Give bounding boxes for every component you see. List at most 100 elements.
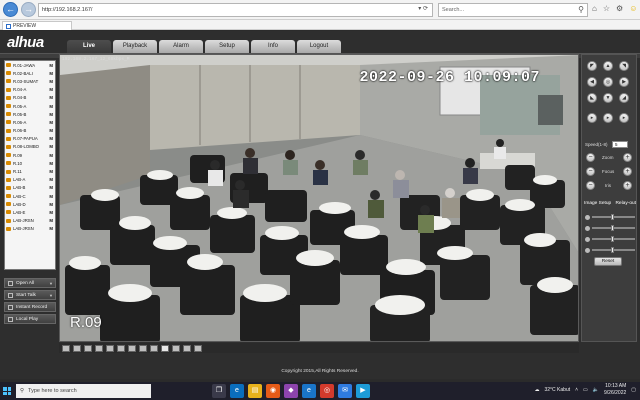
- volume-icon[interactable]: 🔈: [593, 387, 599, 393]
- ptz-preset-button[interactable]: ▸: [603, 113, 613, 123]
- address-bar[interactable]: http://192.168.2.167/ ▾ ⟳: [38, 3, 433, 17]
- zoom-out-button[interactable]: −: [586, 153, 595, 162]
- zoom-button[interactable]: [106, 344, 114, 352]
- reset-button[interactable]: Reset: [594, 257, 622, 266]
- device-stream-flag[interactable]: M: [49, 153, 55, 158]
- ptz-up-button[interactable]: ▲: [603, 61, 613, 71]
- device-list-item[interactable]: R.03-SUMAT M: [5, 77, 55, 85]
- image-setup-tab[interactable]: Image Setup: [584, 201, 611, 206]
- device-stream-flag[interactable]: M: [49, 218, 55, 223]
- device-list-item[interactable]: R.04-A M: [5, 86, 55, 94]
- ptz-up-right-button[interactable]: ◥: [619, 61, 629, 71]
- device-stream-flag[interactable]: M: [49, 202, 55, 207]
- snapshot-button[interactable]: [117, 344, 125, 352]
- tray-chevron-icon[interactable]: ˄: [575, 387, 578, 393]
- device-list-item[interactable]: LAB-JRSN M: [5, 225, 55, 233]
- ptz-down-button[interactable]: ▼: [603, 93, 613, 103]
- device-stream-flag[interactable]: M: [49, 63, 55, 68]
- record-button[interactable]: [128, 344, 136, 352]
- ptz-tour-button[interactable]: ▸: [619, 113, 629, 123]
- start-button[interactable]: [0, 382, 14, 400]
- tab-setup[interactable]: Setup: [205, 40, 249, 53]
- fullscreen-button[interactable]: [95, 344, 103, 352]
- internet-explorer-icon[interactable]: e: [302, 384, 316, 398]
- favorites-icon[interactable]: ☆: [603, 4, 610, 13]
- device-stream-flag[interactable]: M: [49, 161, 55, 166]
- file-explorer-icon[interactable]: ▤: [248, 384, 262, 398]
- ptz-right-button[interactable]: ▶: [619, 77, 629, 87]
- chrome-icon[interactable]: ◎: [320, 384, 334, 398]
- edge-icon[interactable]: e: [230, 384, 244, 398]
- device-list-item[interactable]: R.02-BALI M: [5, 69, 55, 77]
- hue-slider[interactable]: [585, 247, 635, 253]
- device-stream-flag[interactable]: M: [49, 177, 55, 182]
- ptz-center-button[interactable]: ◎: [603, 77, 613, 87]
- tab-playback[interactable]: Playback: [113, 40, 157, 53]
- notifications-icon[interactable]: ▢: [631, 387, 636, 393]
- device-list-item[interactable]: LAB-B M: [5, 184, 55, 192]
- live-video-view[interactable]: 192.168.2.167_12_68kbps_M 2022-09-26 10:…: [59, 54, 579, 342]
- stream-sub-button[interactable]: [161, 344, 169, 352]
- device-list-item[interactable]: LAB-JRSN M: [5, 217, 55, 225]
- brightness-slider[interactable]: [585, 214, 635, 220]
- app-purple-icon[interactable]: ◆: [284, 384, 298, 398]
- tab-live[interactable]: Live: [67, 40, 111, 53]
- layout-9-button[interactable]: [84, 344, 92, 352]
- device-list-item[interactable]: R.09 M: [5, 151, 55, 159]
- device-stream-flag[interactable]: M: [49, 169, 55, 174]
- network-icon[interactable]: ▭: [583, 387, 588, 393]
- weather-text[interactable]: 32°C Kabut: [544, 387, 570, 393]
- search-icon[interactable]: ⚲: [578, 5, 584, 14]
- tab-alarm[interactable]: Alarm: [159, 40, 203, 53]
- device-list-item[interactable]: R.04-B M: [5, 94, 55, 102]
- ratio-button[interactable]: [172, 344, 180, 352]
- settings-icon[interactable]: ⚙: [616, 4, 623, 13]
- browser-search-input[interactable]: Search... ⚲: [438, 3, 588, 17]
- address-controls[interactable]: ▾ ⟳: [418, 5, 428, 12]
- speed-select[interactable]: 5: [612, 141, 628, 148]
- fluency-button[interactable]: [194, 344, 202, 352]
- device-stream-flag[interactable]: M: [49, 128, 55, 133]
- device-list-item[interactable]: LAB-C M: [5, 192, 55, 200]
- saturation-slider[interactable]: [585, 236, 635, 242]
- device-stream-flag[interactable]: M: [49, 136, 55, 141]
- tab-logout[interactable]: Logout: [297, 40, 341, 53]
- device-list-item[interactable]: LAB-A M: [5, 176, 55, 184]
- audio-button[interactable]: [139, 344, 147, 352]
- iris-close-button[interactable]: −: [586, 181, 595, 190]
- device-list-item[interactable]: R.07-PAPUA M: [5, 135, 55, 143]
- device-list-item[interactable]: LAB-D M: [5, 200, 55, 208]
- zoom-app-icon[interactable]: ▶: [356, 384, 370, 398]
- ptz-aux-button[interactable]: ▸: [587, 113, 597, 123]
- device-list-item[interactable]: R.05-B M: [5, 110, 55, 118]
- device-stream-flag[interactable]: M: [49, 194, 55, 199]
- weather-icon[interactable]: ☁: [534, 387, 539, 393]
- feedback-smiley-icon[interactable]: ☺: [629, 4, 637, 13]
- device-list-item[interactable]: LAB-E M: [5, 208, 55, 216]
- relay-out-tab[interactable]: Relay-out: [615, 201, 636, 206]
- device-list-item[interactable]: R.06-A M: [5, 118, 55, 126]
- device-stream-flag[interactable]: M: [49, 120, 55, 125]
- device-stream-flag[interactable]: M: [49, 226, 55, 231]
- layout-4-button[interactable]: [73, 344, 81, 352]
- open-all-button[interactable]: Open All ▼: [4, 278, 56, 288]
- device-list-item[interactable]: R.11 M: [5, 167, 55, 175]
- mail-icon[interactable]: ✉: [338, 384, 352, 398]
- ptz-up-left-button[interactable]: ◤: [587, 61, 597, 71]
- device-list-item[interactable]: R.06-B M: [5, 127, 55, 135]
- contrast-slider[interactable]: [585, 225, 635, 231]
- device-stream-flag[interactable]: M: [49, 95, 55, 100]
- stream-main-button[interactable]: [150, 344, 158, 352]
- focus-far-button[interactable]: +: [623, 167, 632, 176]
- home-icon[interactable]: ⌂: [592, 4, 597, 13]
- chevron-down-icon[interactable]: ▼: [49, 293, 53, 298]
- iris-open-button[interactable]: +: [623, 181, 632, 190]
- back-button[interactable]: ←: [3, 2, 18, 17]
- layout-1-button[interactable]: [62, 344, 70, 352]
- ptz-down-right-button[interactable]: ◢: [619, 93, 629, 103]
- device-stream-flag[interactable]: M: [49, 71, 55, 76]
- instant-record-button[interactable]: Instant Record: [4, 302, 56, 312]
- firefox-icon[interactable]: ◉: [266, 384, 280, 398]
- device-list-item[interactable]: R.08-LOMBO M: [5, 143, 55, 151]
- device-stream-flag[interactable]: M: [49, 112, 55, 117]
